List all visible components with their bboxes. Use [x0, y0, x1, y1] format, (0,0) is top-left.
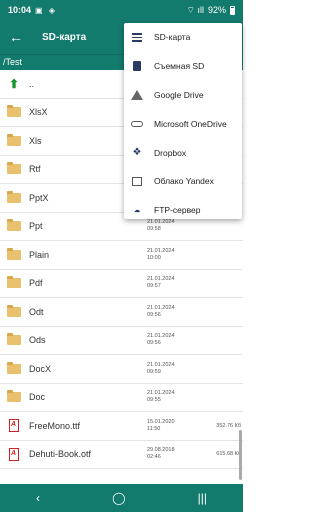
file-name: DocX — [29, 363, 52, 374]
yandex-cloud-icon — [130, 175, 144, 187]
menu-item-onedrive[interactable]: Microsoft OneDrive — [124, 109, 242, 138]
file-name: Dehuti-Book.otf — [29, 449, 92, 460]
file-date-day: 21.01.2024 — [147, 304, 175, 311]
file-date-time: 09:55 — [147, 397, 161, 404]
pdf-file-icon — [0, 447, 28, 461]
file-name: Odt — [29, 306, 44, 317]
file-date-day: 21.01.2024 — [147, 276, 175, 283]
google-drive-icon — [130, 89, 144, 101]
file-date: 21.01.2024 09:56 — [147, 333, 205, 347]
signal-icon: ⌔ ıll — [186, 4, 204, 15]
file-row[interactable]: DocX 21.01.2024 09:59 — [0, 355, 243, 384]
scrollbar[interactable] — [239, 430, 242, 480]
file-name: Pdf — [29, 278, 43, 289]
file-name: Ods — [29, 335, 46, 346]
folder-icon — [0, 190, 28, 203]
nav-home-button[interactable]: ◯ — [112, 491, 125, 505]
file-date-day: 21.01.2024 — [147, 333, 175, 340]
status-time: 10:04 — [8, 5, 32, 15]
file-date-time: 02:46 — [147, 454, 161, 461]
file-date-day: 21.01.2024 — [147, 247, 175, 254]
file-date-time: 10:00 — [147, 254, 161, 261]
file-row[interactable]: Dehuti-Book.otf 29.08.201802:46 615.68 Кб — [0, 441, 243, 469]
file-name: Plain — [29, 249, 50, 260]
ftp-server-icon: ☁ — [134, 207, 140, 214]
menu-item-label: Облако Yandex — [154, 176, 214, 187]
folder-icon — [0, 361, 28, 374]
file-date-day: 21.01.2024 — [147, 390, 175, 397]
menu-item-ftp-server[interactable]: ☁ FTP-сервер — [124, 196, 242, 225]
sd-card-icon — [130, 31, 144, 43]
file-size: 352.76 Кб — [216, 422, 241, 429]
battery-level: 92% — [207, 5, 226, 15]
menu-item-yandex-cloud[interactable]: Облако Yandex — [124, 167, 242, 196]
storage-dropdown-menu: SD-карта Съемная SD Google Drive Microsoft … — [124, 23, 242, 219]
file-date-time: 09:57 — [147, 283, 161, 290]
file-date-time: 09:58 — [147, 226, 161, 233]
folder-icon — [0, 133, 28, 146]
up-arrow-icon: ⬆ — [8, 76, 20, 91]
file-date: 21.01.2024 09:57 — [147, 276, 205, 290]
file-date-day: 15.01.2020 — [147, 418, 175, 425]
file-row[interactable]: Plain 21.01.2024 10:00 — [0, 241, 243, 270]
status-right: ⌔ ıll 92% — [187, 5, 235, 16]
file-row[interactable]: Odt 21.01.2024 09:56 — [0, 298, 243, 327]
system-nav-bar: ‹ ◯ ||| — [0, 484, 243, 512]
file-size: 615.68 Кб — [216, 451, 241, 458]
file-date-time: 09:56 — [147, 340, 161, 347]
file-date-day: 29.08.2018 — [147, 447, 175, 454]
file-date-day: 21.01.2024 — [147, 361, 175, 368]
file-date: 15.01.2020 11:50 — [147, 419, 205, 433]
file-date: 21.01.2024 09:55 — [147, 390, 205, 404]
notification-icons: ▣ ◈ — [35, 5, 57, 15]
menu-item-label: Microsoft OneDrive — [154, 118, 227, 129]
file-date: 29.08.2018 02:46 — [147, 447, 205, 461]
menu-item-label: Google Drive — [154, 89, 204, 100]
folder-icon — [0, 247, 28, 260]
file-name: Doc — [29, 392, 46, 403]
menu-item-google-drive[interactable]: Google Drive — [124, 81, 242, 110]
menu-item-label: Dropbox — [154, 147, 187, 158]
dropbox-icon: ❖ — [132, 147, 142, 159]
file-date: 21.01.2024 09:59 — [147, 362, 205, 376]
pdf-file-icon — [0, 419, 28, 433]
folder-icon — [0, 105, 28, 118]
menu-item-dropbox[interactable]: ❖ Dropbox — [124, 138, 242, 167]
folder-icon — [0, 276, 28, 289]
file-name: FreeMono.ttf — [29, 420, 81, 431]
back-arrow-icon[interactable]: ← — [0, 29, 32, 45]
menu-item-label: SD-карта — [154, 32, 191, 43]
page-title[interactable]: SD-карта — [42, 32, 86, 43]
file-row[interactable]: FreeMono.ttf 15.01.202011:50 352.76 Кб — [0, 412, 243, 441]
file-date-time: 09:59 — [147, 368, 161, 375]
menu-item-sd-card[interactable]: SD-карта — [124, 23, 242, 52]
file-row[interactable]: Ods 21.01.2024 09:56 — [0, 327, 243, 355]
file-row[interactable]: Pdf 21.01.2024 09:57 — [0, 270, 243, 298]
folder-icon — [0, 390, 28, 403]
nav-recents-button[interactable]: ||| — [198, 491, 207, 505]
folder-icon — [0, 304, 28, 317]
battery-icon — [230, 5, 235, 15]
folder-icon — [0, 333, 28, 346]
menu-item-label: FTP-сервер — [154, 205, 201, 216]
file-row[interactable]: Doc 21.01.2024 09:55 — [0, 384, 243, 412]
onedrive-icon — [130, 118, 144, 130]
menu-item-label: Съемная SD — [154, 61, 205, 72]
menu-item-removable-sd[interactable]: Съемная SD — [124, 52, 242, 81]
removable-sd-icon — [130, 60, 144, 72]
file-date-time: 11:50 — [147, 425, 161, 432]
file-date: 21.01.2024 10:00 — [147, 248, 205, 262]
folder-icon — [0, 219, 28, 232]
file-date-time: 09:56 — [147, 311, 161, 318]
file-date: 21.01.2024 09:56 — [147, 305, 205, 319]
status-bar: 10:04 ▣ ◈ ⌔ ıll 92% — [0, 0, 243, 20]
folder-icon — [0, 162, 28, 175]
nav-back-button[interactable]: ‹ — [36, 491, 40, 505]
